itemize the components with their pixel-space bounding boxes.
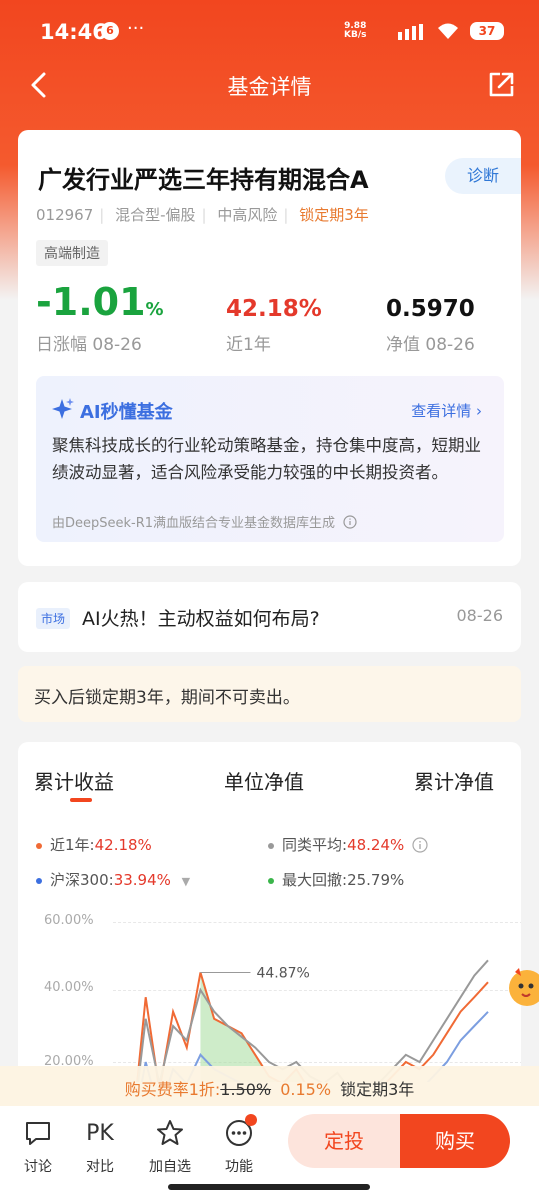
news-card[interactable]: 市场 AI火热！主动权益如何布局? 08-26 bbox=[18, 582, 521, 652]
daily-change: -1.01% bbox=[36, 280, 164, 324]
daily-change-value: -1.01 bbox=[36, 280, 146, 324]
year-return-label: 近1年 bbox=[226, 335, 271, 355]
performance-chart-card: 累计收益 单位净值 累计净值 近1年:42.18% 同类平均:48.24% 沪深… bbox=[18, 742, 521, 1082]
lock-notice-text: 买入后锁定期3年，期间不可卖出。 bbox=[34, 688, 300, 708]
nav-value: 0.5970 bbox=[386, 296, 475, 322]
app-notification-icon: 6 bbox=[101, 22, 119, 40]
fund-info-card: 广发行业严选三年持有期混合A 诊断 012967 | 混合型-偏股 | 中高风险 | … bbox=[18, 130, 521, 566]
pk-icon: PK bbox=[86, 1120, 114, 1146]
add-watchlist-button[interactable]: 加自选 bbox=[145, 1116, 195, 1176]
fund-type: 混合型-偏股 bbox=[115, 206, 196, 224]
ai-view-details-label: 查看详情 bbox=[411, 402, 472, 420]
compare-button[interactable]: PK 对比 bbox=[75, 1116, 125, 1176]
network-speed-unit: KB/s bbox=[344, 30, 367, 40]
page-title: 基金详情 bbox=[227, 75, 312, 99]
chart-series-line-1 bbox=[137, 959, 489, 1082]
star-icon bbox=[157, 1120, 183, 1145]
news-title[interactable]: AI火热！主动权益如何布局? bbox=[82, 604, 320, 631]
signal-icon bbox=[398, 24, 423, 40]
notification-dot bbox=[245, 1114, 257, 1126]
ai-summary-text: 聚焦科技成长的行业轮动策略基金，持仓集中度高，短期业绩波动显著，适合风险承受能力… bbox=[52, 436, 481, 482]
fund-meta: 012967 | 混合型-偏股 | 中高风险 | 锁定期3年 bbox=[36, 206, 369, 224]
daily-change-unit: % bbox=[145, 299, 164, 320]
fee-old-rate: 1.50% bbox=[220, 1080, 272, 1099]
fee-label: 购买费率1折: bbox=[124, 1080, 221, 1099]
ai-summary-footer: 由DeepSeek-R1满血版结合专业基金数据库生成 bbox=[52, 512, 357, 531]
nav-value-label: 净值 08-26 bbox=[386, 335, 475, 355]
daily-change-label: 日涨幅 08-26 bbox=[36, 335, 142, 355]
year-return: 42.18% bbox=[226, 296, 322, 322]
functions-label: 功能 bbox=[225, 1159, 253, 1175]
info-icon[interactable] bbox=[343, 515, 357, 529]
fund-risk: 中高风险 bbox=[217, 206, 278, 224]
functions-button[interactable]: 功能 bbox=[214, 1114, 264, 1176]
more-notifications-icon: ··· bbox=[127, 18, 145, 39]
mascot-icon[interactable] bbox=[505, 964, 539, 1008]
home-indicator bbox=[168, 1184, 370, 1190]
fee-bar: 购买费率1折:1.50% 0.15% 锁定期3年 bbox=[0, 1066, 539, 1106]
chevron-right-icon: › bbox=[476, 402, 482, 420]
fund-code: 012967 bbox=[36, 206, 94, 224]
wifi-icon bbox=[438, 23, 458, 39]
ai-view-details-link[interactable]: 查看详情 › bbox=[411, 400, 482, 421]
ai-sparkle-icon bbox=[52, 398, 74, 419]
ai-summary-box[interactable]: AI秒懂基金 查看详情 › 聚焦科技成长的行业轮动策略基金，持仓集中度高，短期业… bbox=[36, 376, 504, 542]
add-watchlist-label: 加自选 bbox=[149, 1159, 191, 1175]
battery-icon: 37 bbox=[470, 22, 504, 40]
auto-invest-button[interactable]: 定投 bbox=[288, 1114, 400, 1168]
nav-bar: 基金详情 bbox=[0, 62, 539, 108]
diagnose-button[interactable]: 诊断 bbox=[445, 158, 521, 194]
fund-theme-tag[interactable]: 高端制造 bbox=[36, 240, 108, 266]
buy-button[interactable]: 购买 bbox=[400, 1114, 510, 1168]
peak-annotation-label: 44.87% bbox=[256, 965, 309, 981]
share-icon[interactable] bbox=[486, 70, 516, 100]
news-date: 08-26 bbox=[456, 606, 504, 625]
fund-name: 广发行业严选三年持有期混合A bbox=[38, 166, 369, 194]
discuss-label: 讨论 bbox=[24, 1159, 52, 1175]
fee-new-rate: 0.15% bbox=[280, 1080, 332, 1099]
news-tag: 市场 bbox=[36, 608, 71, 629]
discuss-button[interactable]: 讨论 bbox=[13, 1116, 63, 1176]
status-bar: 14:46 6 ··· 9.88 KB/s 37 bbox=[0, 0, 539, 62]
network-speed: 9.88 KB/s bbox=[344, 22, 366, 40]
fund-lock-period: 锁定期3年 bbox=[299, 206, 369, 224]
lock-notice: 买入后锁定期3年，期间不可卖出。 bbox=[18, 666, 521, 722]
compare-label: 对比 bbox=[86, 1159, 114, 1175]
fee-text: 购买费率1折:1.50% 0.15% 锁定期3年 bbox=[0, 1076, 539, 1100]
ai-summary-title: AI秒懂基金 bbox=[80, 402, 173, 423]
ai-footer-text: 由DeepSeek-R1满血版结合专业基金数据库生成 bbox=[52, 516, 336, 531]
status-time: 14:46 bbox=[40, 20, 107, 44]
chat-icon bbox=[26, 1122, 50, 1145]
fee-lock: 锁定期3年 bbox=[340, 1080, 415, 1099]
performance-chart[interactable]: 44.87% bbox=[18, 742, 521, 1082]
